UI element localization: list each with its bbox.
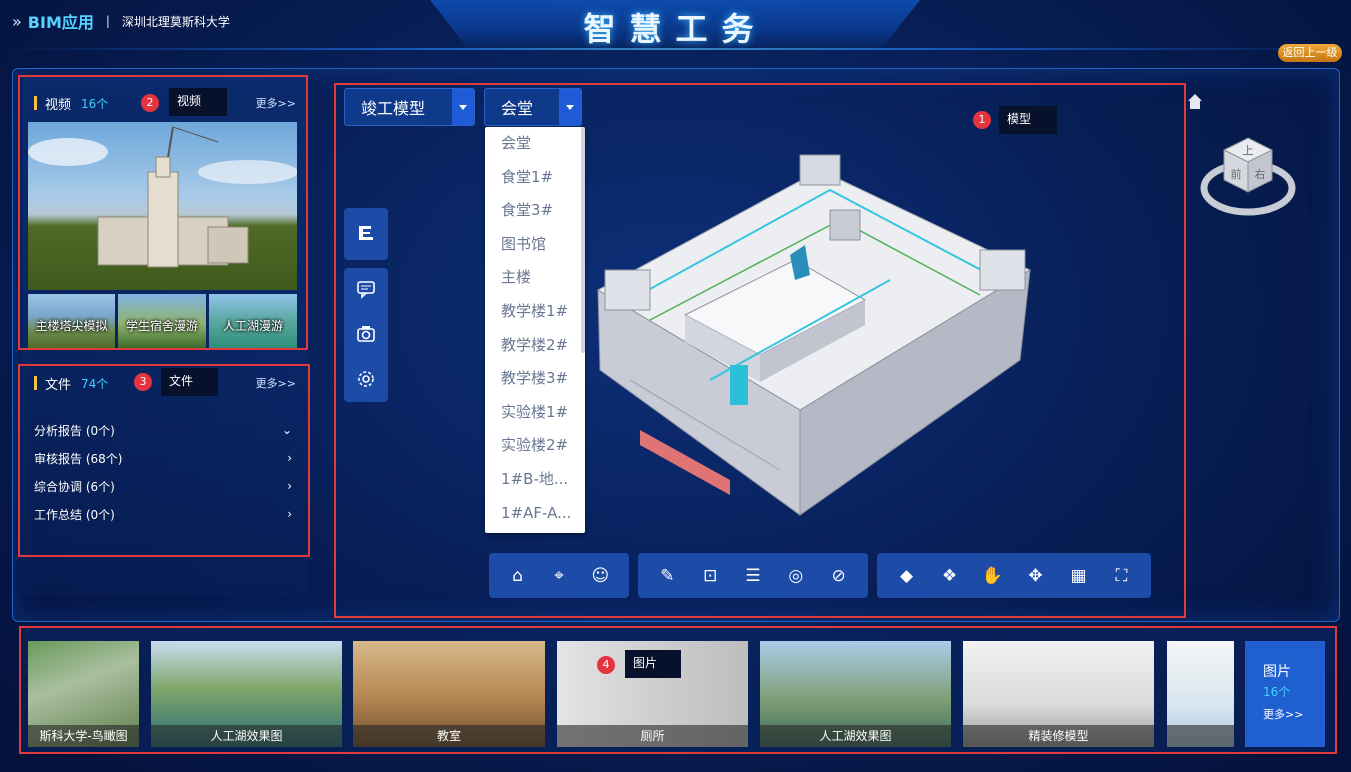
- view-cube-right-label: 右: [1255, 167, 1266, 181]
- measure-toolbar: ✎ ⊡ ☰ ◎ ⊘: [638, 553, 868, 598]
- building-option[interactable]: 教学楼3#: [485, 362, 585, 396]
- annotation-badge-model: 1: [973, 111, 991, 129]
- ruler-icon[interactable]: ✎: [654, 563, 680, 589]
- building-option[interactable]: 1#B-地...: [485, 463, 585, 497]
- building-option[interactable]: 教学楼1#: [485, 295, 585, 329]
- building-option[interactable]: 1#AF-A...: [485, 497, 585, 531]
- map-location-icon[interactable]: ⌖: [546, 563, 572, 589]
- settings-gear-icon[interactable]: [355, 369, 377, 391]
- side-tool-group: [344, 268, 388, 402]
- model-type-select[interactable]: 竣工模型: [344, 88, 475, 126]
- target-icon[interactable]: ◎: [783, 563, 809, 589]
- building-model: [596, 154, 1032, 516]
- home-view-icon[interactable]: [1186, 92, 1204, 110]
- dropdown-arrow-icon: [452, 89, 474, 125]
- fullscreen-icon[interactable]: ⛶: [1109, 563, 1135, 589]
- building-select[interactable]: 会堂: [484, 88, 582, 126]
- annotation-box-picture: [19, 626, 1337, 754]
- building-option[interactable]: 主楼: [485, 261, 585, 295]
- navigation-toolbar: ⌂ ⌖ ☺: [489, 553, 629, 598]
- organization-name: 深圳北理莫斯科大学: [121, 14, 230, 29]
- building-dropdown: 会堂 食堂1# 食堂3# 图书馆 主楼 教学楼1# 教学楼2# 教学楼3# 实验…: [485, 127, 585, 533]
- cube-icon[interactable]: ◆: [894, 563, 920, 589]
- rotate-axis-icon[interactable]: ✥: [1023, 563, 1049, 589]
- list-icon[interactable]: ☰: [740, 563, 766, 589]
- hand-pan-icon[interactable]: ✋: [980, 563, 1006, 589]
- model-tree-icon[interactable]: [355, 223, 377, 245]
- bim-model-view[interactable]: [590, 150, 1040, 520]
- annotation-box-file: [18, 364, 310, 557]
- building-option[interactable]: 会堂: [485, 127, 585, 161]
- section-plane-icon[interactable]: ⊡: [697, 563, 723, 589]
- building-option[interactable]: 教学楼2#: [485, 329, 585, 363]
- building-option[interactable]: 食堂3#: [485, 194, 585, 228]
- building-value: 会堂: [501, 99, 534, 118]
- app-name[interactable]: BIM应用: [28, 9, 94, 33]
- hide-eye-icon[interactable]: ⊘: [826, 563, 852, 589]
- double-chevron-icon: »: [12, 11, 22, 31]
- view-cube[interactable]: 上 前 右: [1200, 130, 1296, 220]
- tree-tool-group: [344, 208, 388, 260]
- brand-separator: |: [105, 14, 110, 28]
- annotation-tip-model: 模型: [999, 106, 1057, 134]
- building-option[interactable]: 食堂1#: [485, 161, 585, 195]
- model-type-value: 竣工模型: [361, 99, 426, 118]
- components-icon[interactable]: ❖: [937, 563, 963, 589]
- building-option[interactable]: 实验楼2#: [485, 429, 585, 463]
- building-option[interactable]: 实验楼1#: [485, 396, 585, 430]
- annotation-box-video: [18, 75, 308, 350]
- comment-icon[interactable]: [355, 279, 377, 301]
- brand: » BIM应用 | 深圳北理莫斯科大学: [12, 9, 230, 33]
- view-toolbar: ◆ ❖ ✋ ✥ ▦ ⛶: [877, 553, 1151, 598]
- view-cube-top-label: 上: [1243, 144, 1254, 157]
- dropdown-arrow-icon: [559, 89, 581, 125]
- home-icon[interactable]: ⌂: [505, 563, 531, 589]
- building-option[interactable]: 图书馆: [485, 228, 585, 262]
- camera-icon[interactable]: [355, 324, 377, 346]
- back-button[interactable]: 返回上一级: [1278, 44, 1342, 62]
- person-walk-icon[interactable]: ☺: [587, 563, 613, 589]
- dropdown-scrollbar[interactable]: [581, 127, 585, 353]
- view-cube-front-label: 前: [1231, 167, 1242, 181]
- header: 智慧工务 » BIM应用 | 深圳北理莫斯科大学 返回上一级: [0, 0, 1351, 62]
- grid-icon[interactable]: ▦: [1066, 563, 1092, 589]
